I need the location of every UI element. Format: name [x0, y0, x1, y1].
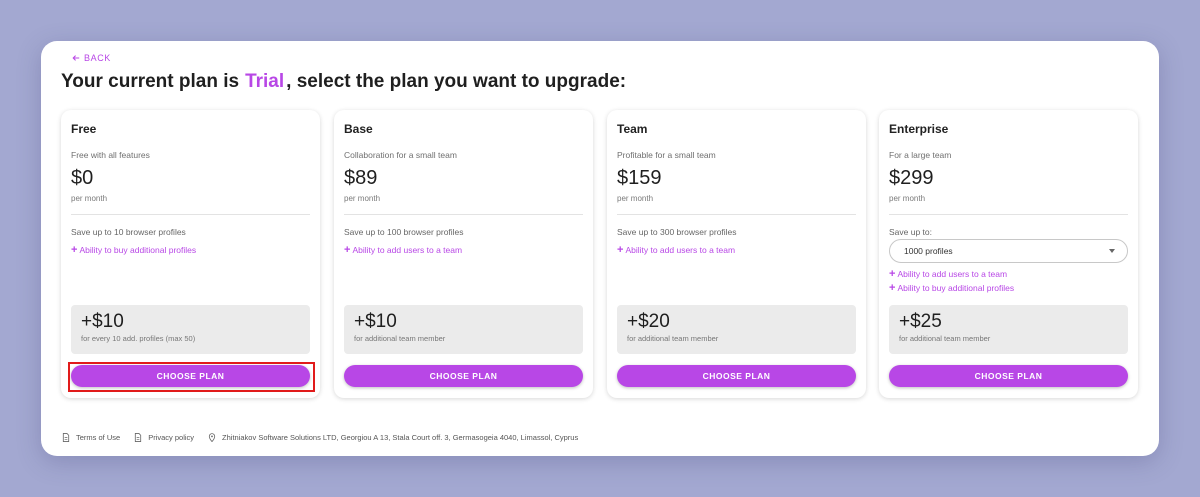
plan-period: per month: [889, 194, 926, 203]
plan-card-base: Base Collaboration for a small team $89 …: [334, 110, 593, 398]
plan-price: $89: [344, 167, 378, 189]
arrow-left-icon: [72, 55, 80, 61]
feature-label: Ability to add users to a team: [897, 269, 1008, 279]
feature-label: Ability to buy additional profiles: [79, 245, 197, 255]
document-icon: [135, 433, 142, 442]
plus-icon: +: [344, 244, 351, 256]
current-plan-name: Trial: [245, 71, 285, 92]
plan-name: Free: [71, 122, 97, 136]
divider: [71, 214, 310, 215]
terms-of-use-link[interactable]: Terms of Use: [62, 433, 120, 442]
privacy-policy-link[interactable]: Privacy policy: [134, 433, 194, 442]
title-suffix: , select the plan you want to upgrade:: [286, 71, 627, 92]
addon-note: for every 10 add. profiles (max 50): [81, 334, 196, 343]
plan-save-text: Save up to 10 browser profiles: [71, 227, 186, 237]
plan-selection-window: Back Your current plan is Trial, select t…: [41, 41, 1159, 456]
plan-period: per month: [344, 194, 381, 203]
plan-card-free: Free Free with all features $0 per month…: [61, 110, 320, 398]
plan-feature: + Ability to add users to a team: [344, 244, 463, 256]
plan-price: $299: [889, 167, 934, 189]
divider: [889, 214, 1128, 215]
divider: [617, 214, 856, 215]
divider: [344, 214, 583, 215]
choose-plan-button-enterprise[interactable]: CHOOSE PLAN: [889, 365, 1128, 387]
company-address: Zhitniakov Software Solutions LTD, Georg…: [208, 433, 578, 442]
plan-card-team: Team Profitable for a small team $159 pe…: [607, 110, 866, 398]
addon-box: +$10 for additional team member: [344, 305, 583, 354]
plan-description: Free with all features: [71, 150, 150, 160]
addon-box: +$10 for every 10 add. profiles (max 50): [71, 305, 310, 354]
plus-icon: +: [889, 282, 896, 294]
chevron-down-icon: [1109, 249, 1115, 253]
addon-note: for additional team member: [354, 334, 446, 343]
plan-feature: + Ability to buy additional profiles: [889, 282, 1015, 294]
back-link[interactable]: Back: [72, 53, 111, 63]
choose-plan-button-free[interactable]: CHOOSE PLAN: [71, 365, 310, 387]
addon-price: +$10: [354, 311, 397, 332]
location-pin-icon: [208, 433, 216, 442]
plan-name: Enterprise: [889, 122, 949, 136]
title-prefix: Your current plan is: [61, 71, 240, 92]
plan-description: Profitable for a small team: [617, 150, 716, 160]
document-icon: [62, 433, 70, 442]
plan-price: $0: [71, 167, 94, 189]
privacy-label: Privacy policy: [148, 433, 195, 442]
feature-label: Ability to buy additional profiles: [897, 283, 1015, 293]
choose-plan-button-base[interactable]: CHOOSE PLAN: [344, 365, 583, 387]
profiles-select-value: 1000 profiles: [904, 246, 953, 256]
plan-price: $159: [617, 167, 662, 189]
addon-price: +$25: [899, 311, 942, 332]
plan-period: per month: [71, 194, 108, 203]
plan-name: Base: [344, 122, 373, 136]
addon-price: +$20: [627, 311, 670, 332]
page-title: Your current plan is Trial, select the pl…: [61, 71, 626, 93]
plan-save-text: Save up to 300 browser profiles: [617, 227, 737, 237]
addon-price: +$10: [81, 311, 124, 332]
feature-label: Ability to add users to a team: [352, 245, 463, 255]
plan-period: per month: [617, 194, 654, 203]
back-label: Back: [84, 53, 111, 63]
address-label: Zhitniakov Software Solutions LTD, Georg…: [222, 433, 579, 442]
profiles-select[interactable]: 1000 profiles: [889, 239, 1128, 263]
addon-box: +$20 for additional team member: [617, 305, 856, 354]
plan-save-text: Save up to:: [889, 227, 933, 237]
plan-description: Collaboration for a small team: [344, 150, 457, 160]
addon-box: +$25 for additional team member: [889, 305, 1128, 354]
plan-feature: + Ability to add users to a team: [889, 268, 1008, 280]
plan-card-enterprise: Enterprise For a large team $299 per mon…: [879, 110, 1138, 398]
feature-label: Ability to add users to a team: [625, 245, 736, 255]
plus-icon: +: [71, 244, 78, 256]
footer: Terms of Use Privacy policy Zhitniakov S…: [62, 433, 578, 442]
addon-note: for additional team member: [899, 334, 991, 343]
plus-icon: +: [617, 244, 624, 256]
plan-feature: + Ability to buy additional profiles: [71, 244, 197, 256]
plan-description: For a large team: [889, 150, 952, 160]
plan-feature: + Ability to add users to a team: [617, 244, 736, 256]
plan-save-text: Save up to 100 browser profiles: [344, 227, 464, 237]
choose-plan-button-team[interactable]: CHOOSE PLAN: [617, 365, 856, 387]
terms-label: Terms of Use: [76, 433, 121, 442]
plan-name: Team: [617, 122, 648, 136]
addon-note: for additional team member: [627, 334, 719, 343]
plus-icon: +: [889, 268, 896, 280]
